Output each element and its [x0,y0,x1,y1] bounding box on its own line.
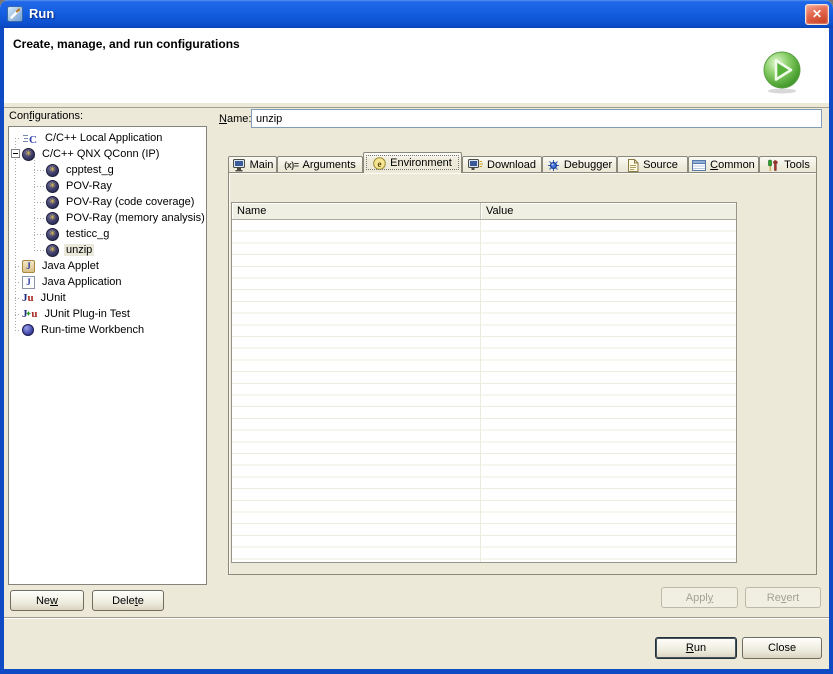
qnx-config-icon: ✳ [46,180,59,193]
qnx-config-icon: ✳ [46,196,59,209]
tree-item-pov-ray-code-coverage[interactable]: ✳ POV-Ray (code coverage) [9,194,206,210]
run-dialog-icon [7,6,23,22]
close-icon[interactable]: ✕ [805,4,829,25]
qnx-config-icon: ✳ [46,244,59,257]
source-tab-icon [627,159,639,172]
column-header-value[interactable]: Value [481,203,736,219]
window-border-left [0,28,4,674]
configurations-tree[interactable]: C C/C++ Local Application ✳ C/C++ QNX QC… [8,126,207,585]
banner-message: Create, manage, and run configurations [13,37,240,51]
tab-main[interactable]: Main [228,156,277,173]
delete-configuration-button[interactable]: Delete [92,590,164,611]
revert-button: Revert [745,587,821,608]
junit-icon: Ju [22,293,34,304]
tree-item-runtime-workbench[interactable]: Run-time Workbench [9,322,206,338]
close-button[interactable]: Close [742,637,822,659]
window-border-bottom [0,669,833,674]
tree-item-cpptest-g[interactable]: ✳ cpptest_g [9,162,206,178]
common-tab-icon [692,160,706,171]
tree-item-testicc-g[interactable]: ✳ testicc_g [9,226,206,242]
tree-item-junit-plugin-test[interactable]: J✦u JUnit Plug-in Test [9,306,206,322]
tree-item-pov-ray[interactable]: ✳ POV-Ray [9,178,206,194]
svg-text:C: C [29,134,37,145]
run-button[interactable]: Run [655,637,737,659]
footer-separator [4,617,829,619]
runtime-workbench-icon [22,324,34,336]
tab-debugger[interactable]: Debugger [542,156,617,173]
tools-tab-icon [766,159,780,172]
tree-item-junit[interactable]: Ju JUnit [9,290,206,306]
tab-tools[interactable]: Tools [759,156,817,173]
cpp-local-application-icon: C [22,132,38,145]
debugger-tab-icon [547,159,560,172]
name-label: Name: [219,113,251,125]
tree-item-cpp-local-application[interactable]: C C/C++ Local Application [9,130,206,146]
java-applet-icon: J [22,260,35,273]
run-play-icon [761,50,803,94]
banner-separator [4,107,829,108]
apply-button: Apply [661,587,738,608]
environment-variables-table[interactable]: Name Value [231,202,737,563]
table-header: Name Value [232,203,736,220]
banner: Create, manage, and run configurations [4,28,829,103]
tree-item-pov-ray-memory-analysis[interactable]: ✳ POV-Ray (memory analysis) [9,210,206,226]
window-title: Run [29,6,54,21]
name-input[interactable] [251,109,822,128]
svg-text:e: e [378,158,382,168]
junit-plugin-test-icon: J✦u [22,309,38,320]
tree-item-cpp-qnx-qconn[interactable]: ✳ C/C++ QNX QConn (IP) [9,146,206,162]
window-border-right [829,28,833,674]
configurations-label: Configurations: [9,110,83,122]
qnx-config-icon: ✳ [46,164,59,177]
tab-source[interactable]: Source [617,156,688,173]
tab-arguments[interactable]: (x)= Arguments [277,156,363,173]
tab-environment[interactable]: e Environment [363,152,462,173]
title-bar[interactable]: Run ✕ [0,0,833,28]
column-header-name[interactable]: Name [232,203,481,219]
tab-download[interactable]: Download [462,156,542,173]
tree-item-unzip[interactable]: ✳ unzip [9,242,206,258]
download-tab-icon [468,159,483,172]
tree-item-java-application[interactable]: J Java Application [9,274,206,290]
qnx-config-icon: ✳ [46,228,59,241]
table-body-empty[interactable] [232,220,736,562]
environment-tab-icon: e [373,157,386,170]
main-tab-icon [232,159,246,172]
run-dialog-window: Run ✕ Create, manage, and run configurat… [0,0,833,674]
arguments-tab-icon: (x)= [284,160,298,170]
qnx-config-icon: ✳ [46,212,59,225]
tree-item-java-applet[interactable]: J Java Applet [9,258,206,274]
java-application-icon: J [22,276,35,289]
qnx-config-icon: ✳ [22,148,35,161]
new-configuration-button[interactable]: New [10,590,84,611]
tab-common[interactable]: Common [688,156,759,173]
tree-expander-minus[interactable] [11,149,20,158]
